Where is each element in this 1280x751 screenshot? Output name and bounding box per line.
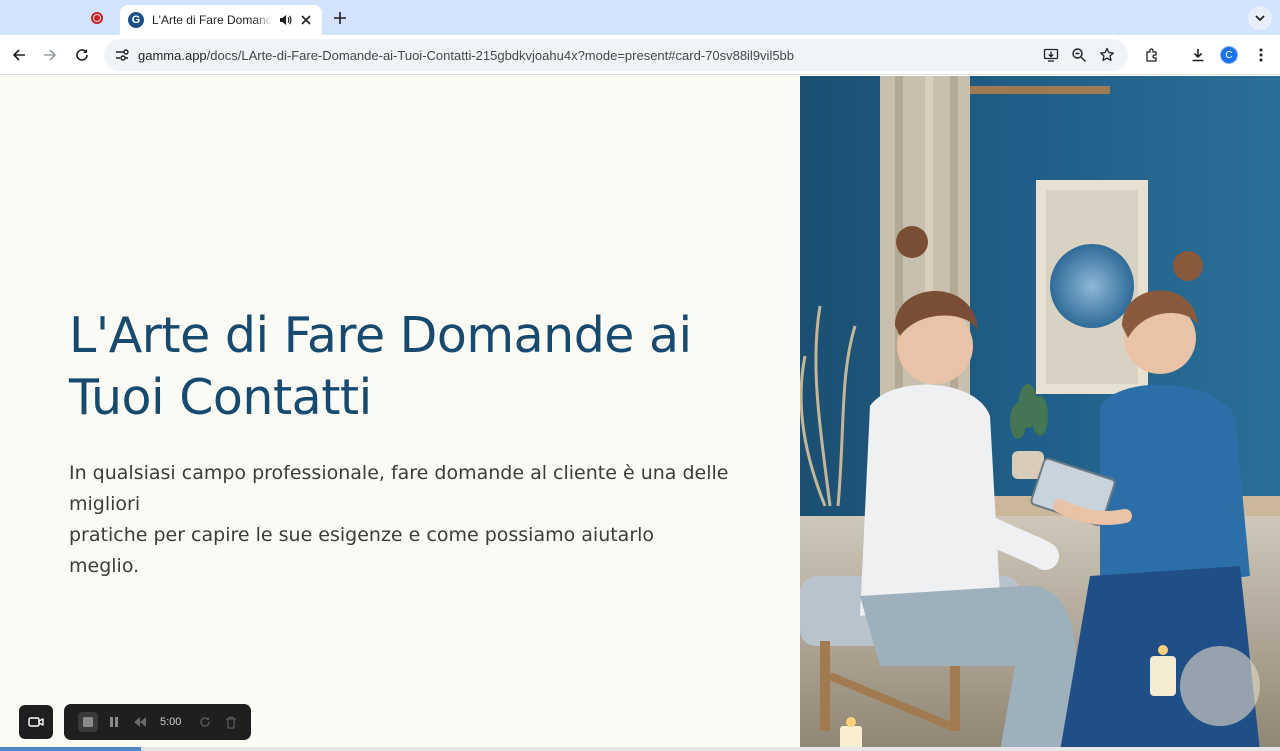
- plus-icon[interactable]: [330, 8, 350, 28]
- speaker-icon[interactable]: [278, 12, 293, 28]
- presentation-viewport: L'Arte di Fare Domande ai Tuoi Contatti …: [0, 76, 1280, 751]
- url-host: gamma.app: [138, 47, 207, 63]
- extensions-icon[interactable]: [1142, 45, 1162, 65]
- download-icon[interactable]: [1188, 45, 1208, 65]
- bookmark-star-icon[interactable]: [1097, 45, 1117, 65]
- slide-title-line1: L'Arte di Fare Domande ai: [69, 307, 692, 364]
- avatar[interactable]: C: [1220, 46, 1238, 64]
- tab-strip: G L'Arte di Fare Domande ai Tuoi Contatt…: [0, 0, 1280, 35]
- recording-indicator-icon: [91, 12, 103, 24]
- gamma-favicon: G: [128, 12, 144, 28]
- slide-progress-fill: [0, 747, 141, 751]
- active-tab[interactable]: G L'Arte di Fare Domande ai Tuoi Contatt…: [120, 5, 322, 35]
- slide-title-line2: Tuoi Contatti: [69, 369, 372, 426]
- tab-title: L'Arte di Fare Domande ai Tuoi Contatti: [152, 13, 272, 27]
- stop-icon[interactable]: [78, 712, 98, 732]
- restart-icon[interactable]: [195, 712, 215, 732]
- close-icon[interactable]: [299, 12, 314, 28]
- address-bar[interactable]: gamma.app/docs/LArte-di-Fare-Domande-ai-…: [104, 39, 1128, 71]
- slide-progress-track: [0, 747, 1280, 751]
- url-path: /docs/LArte-di-Fare-Domande-ai-Tuoi-Cont…: [206, 47, 795, 63]
- rewind-icon[interactable]: [130, 712, 150, 732]
- slide-body-line1: In qualsiasi campo professionale, fare d…: [69, 462, 729, 515]
- consultation-photo: [800, 76, 1280, 751]
- browser-toolbar: gamma.app/docs/LArte-di-Fare-Domande-ai-…: [0, 35, 1280, 75]
- zoom-icon[interactable]: [1069, 45, 1089, 65]
- slide-title: L'Arte di Fare Domande ai Tuoi Contatti: [69, 305, 769, 429]
- chevron-down-icon[interactable]: [1248, 6, 1272, 30]
- camera-icon[interactable]: [19, 705, 53, 739]
- recording-timer: 5:00: [160, 716, 182, 728]
- install-app-icon[interactable]: [1041, 45, 1061, 65]
- slide-body: In qualsiasi campo professionale, fare d…: [69, 458, 729, 582]
- recording-tab[interactable]: [86, 8, 108, 28]
- slide-body-line2: pratiche per capire le sue esigenze e co…: [69, 524, 655, 577]
- forward-arrow-icon[interactable]: [38, 43, 62, 67]
- back-arrow-icon[interactable]: [7, 43, 31, 67]
- trash-icon[interactable]: [221, 712, 241, 732]
- slide-text-panel: L'Arte di Fare Domande ai Tuoi Contatti …: [0, 76, 800, 751]
- slide-image: [800, 76, 1280, 751]
- recording-controls: 5:00: [64, 704, 251, 740]
- menu-icon[interactable]: [1251, 45, 1271, 65]
- url-text: gamma.app/docs/LArte-di-Fare-Domande-ai-…: [138, 48, 794, 63]
- reload-icon[interactable]: [70, 43, 94, 67]
- pause-icon[interactable]: [104, 712, 124, 732]
- site-info-icon[interactable]: [112, 45, 132, 65]
